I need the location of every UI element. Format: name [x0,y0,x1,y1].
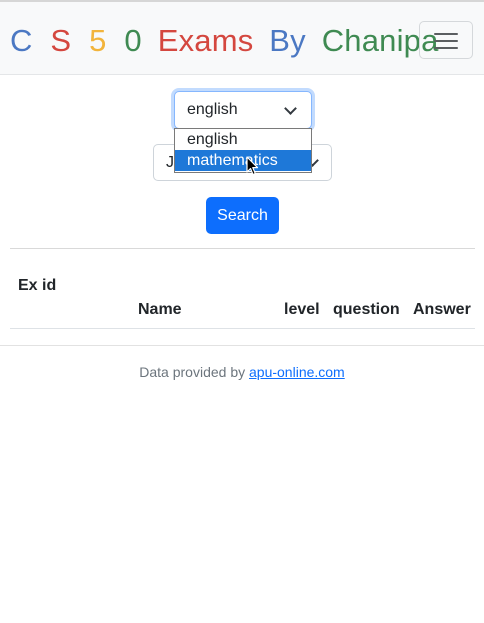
chevron-down-icon [284,102,297,115]
divider [0,345,484,346]
brand-word-exams: Exams [157,23,254,58]
column-header-level[interactable]: level [284,298,320,322]
column-header-answer[interactable]: Answer [413,298,471,322]
subject-select-value: english [187,101,238,118]
navbar: C S 5 0 Exams By Chanipa [0,0,484,75]
divider [10,248,475,249]
footer-link[interactable]: apu-online.com [249,364,345,380]
dropdown-option-english[interactable]: english [175,129,311,150]
brand-title[interactable]: C S 5 0 Exams By Chanipa [10,22,446,60]
brand-word-by: By [269,23,306,58]
level-select-value: J [166,154,174,171]
subject-select[interactable]: english [174,91,312,129]
brand-letter-s: S [50,23,72,58]
mouse-cursor-icon [246,156,259,176]
footer-text: Data provided by [139,364,249,380]
column-header-question[interactable]: question [333,298,400,322]
brand-letter-c: C [10,23,33,58]
dropdown-option-mathematics[interactable]: mathematics [175,150,311,171]
brand-letter-0: 0 [124,23,142,58]
column-header-name[interactable]: Name [138,298,182,322]
navbar-toggle-button[interactable] [419,21,473,59]
search-button[interactable]: Search [206,197,279,234]
column-header-ex-id[interactable]: Ex id [18,274,58,298]
page: C S 5 0 Exams By Chanipa english J engli… [0,0,484,623]
footer: Data provided by apu-online.com [0,364,484,380]
table-header-rule [10,328,475,329]
brand-letter-5: 5 [89,23,107,58]
subject-dropdown-list: english mathematics [174,128,312,173]
